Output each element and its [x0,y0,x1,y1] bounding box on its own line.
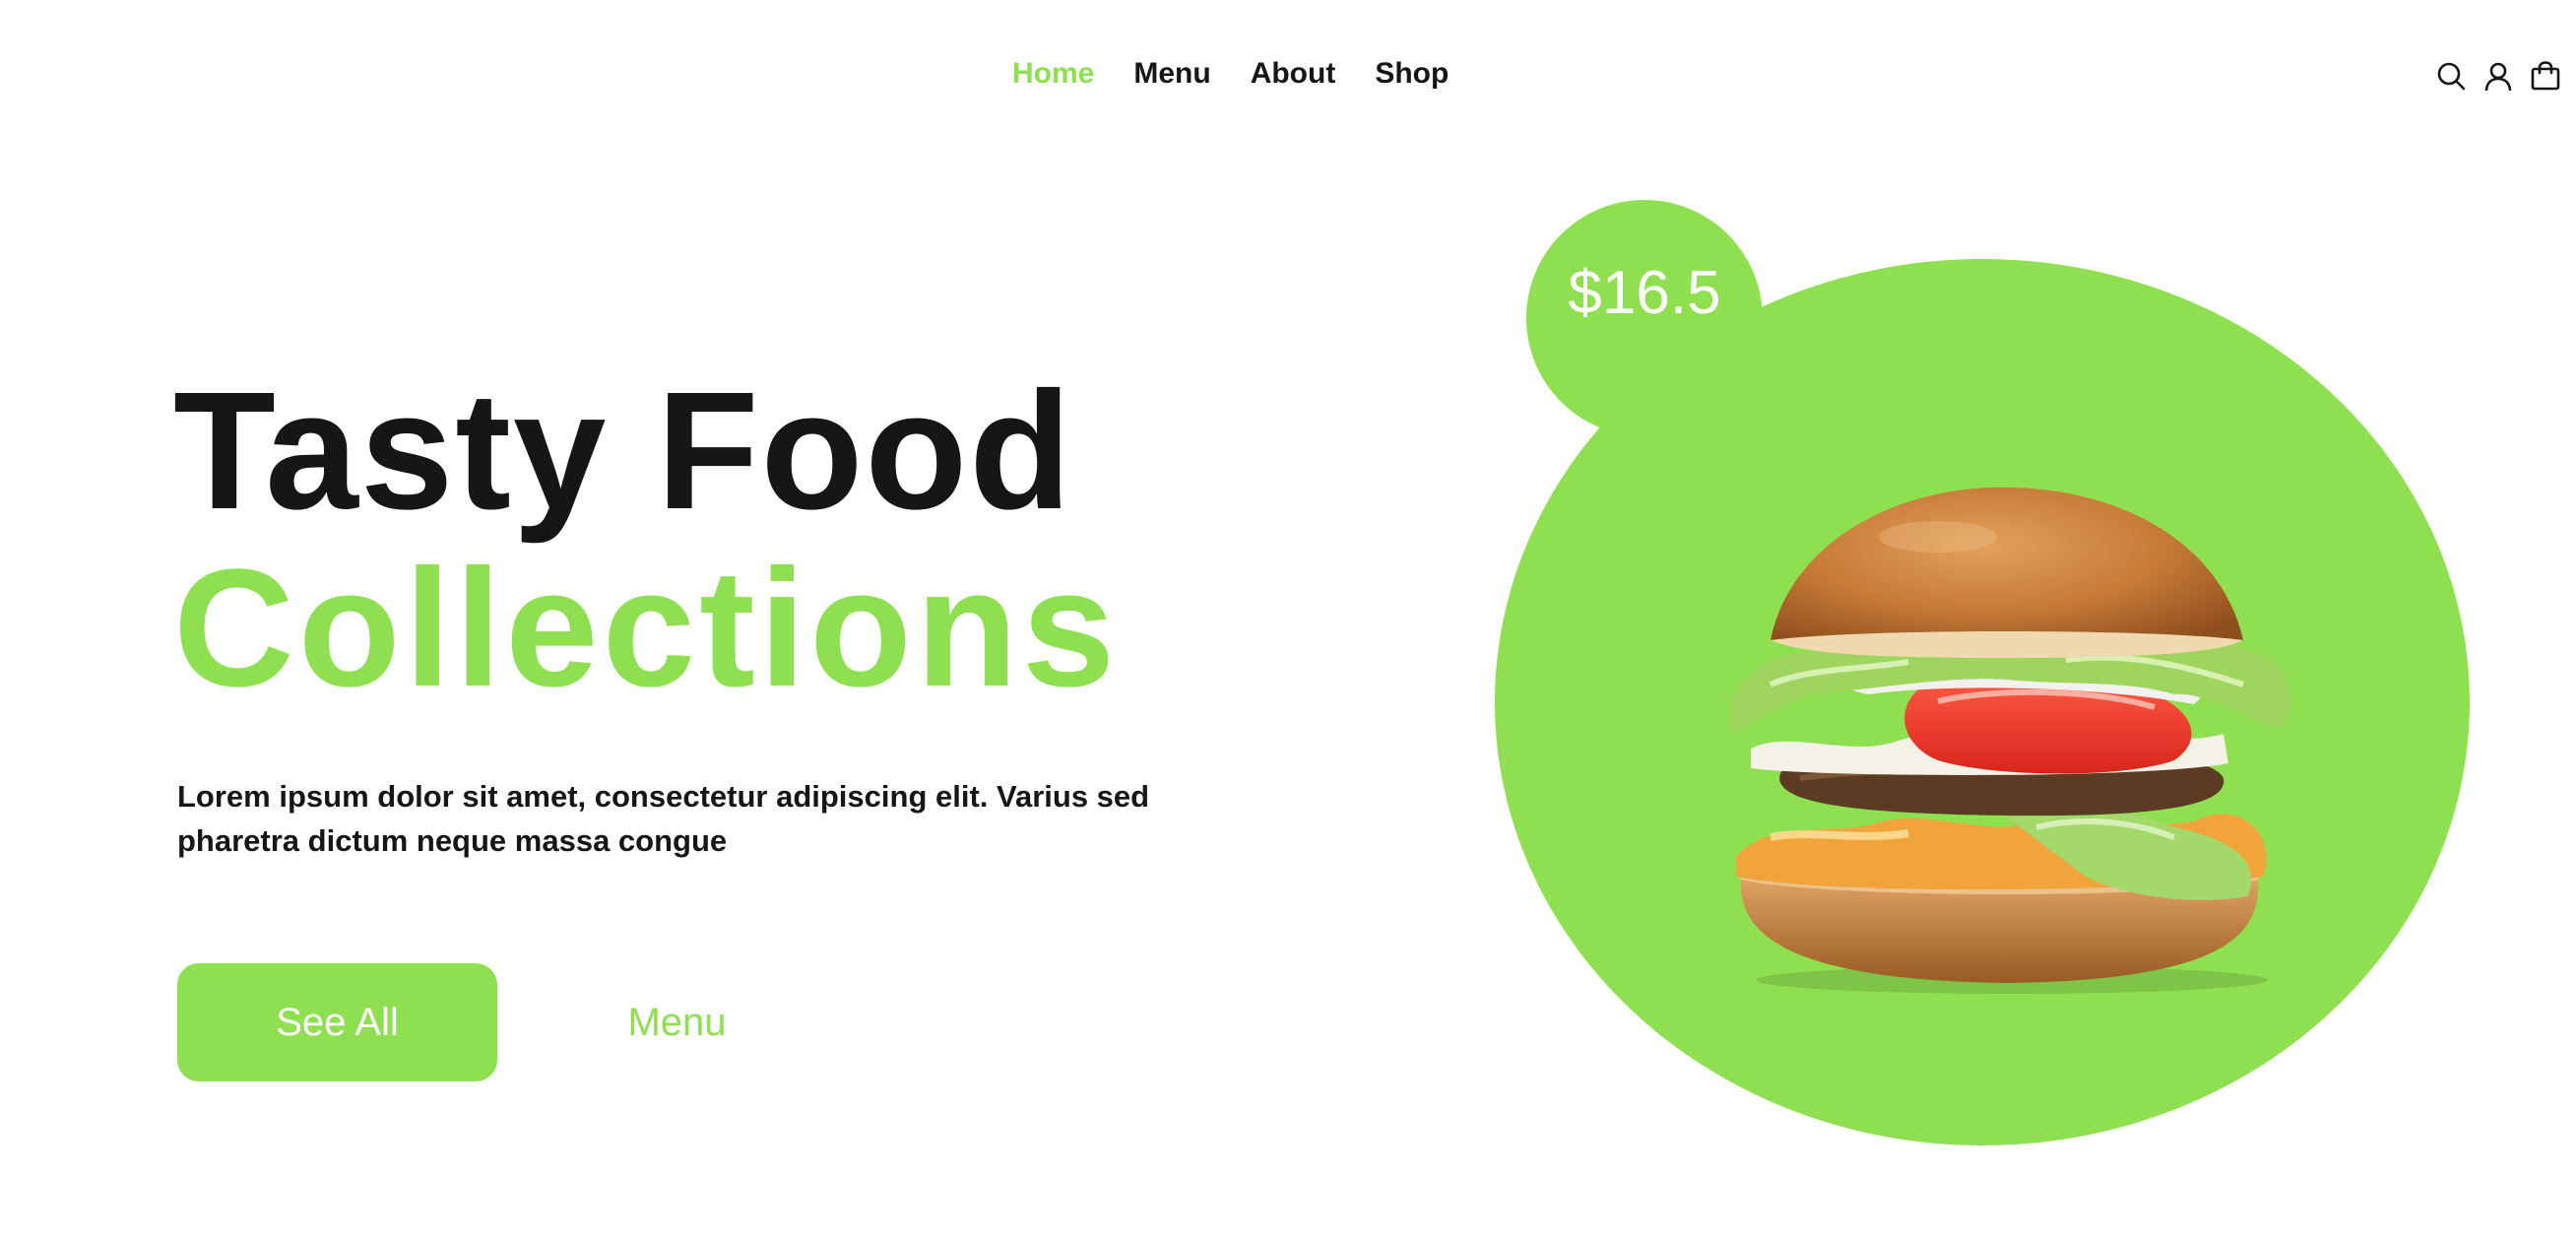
hero-title-accent: Collections [173,535,1120,722]
nav-item-about[interactable]: About [1251,57,1336,91]
see-all-button[interactable]: See All [177,963,497,1081]
hero-title: Tasty Food [173,358,1074,545]
user-icon[interactable] [2483,61,2513,91]
shopping-bag-icon[interactable] [2531,61,2560,91]
menu-link-button[interactable]: Menu [591,963,763,1081]
burger-image [1711,483,2302,995]
main-nav: Home Menu About Shop [1012,57,1449,91]
nav-item-home[interactable]: Home [1012,57,1094,91]
nav-item-menu[interactable]: Menu [1133,57,1210,91]
hero-description: Lorem ipsum dolor sit amet, consectetur … [177,779,1150,858]
nav-item-shop[interactable]: Shop [1375,57,1449,91]
header-actions [2436,61,2560,91]
price-label: $16.5 [1568,258,1721,327]
search-icon[interactable] [2436,61,2466,91]
